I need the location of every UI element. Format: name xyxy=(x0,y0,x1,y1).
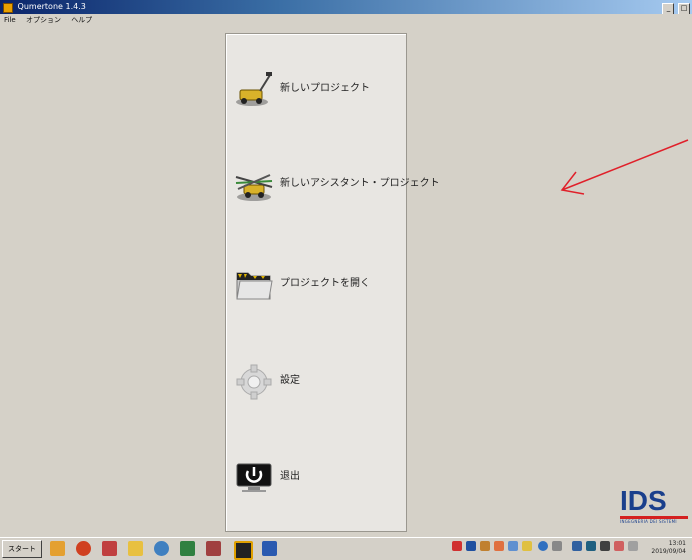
new-project-label: 新しいプロジェクト xyxy=(280,83,370,94)
excel-icon[interactable] xyxy=(180,541,195,556)
app-icon-taskbar[interactable] xyxy=(206,541,221,556)
multi-cart-icon xyxy=(235,174,273,201)
ie-icon[interactable] xyxy=(154,541,169,556)
clock[interactable]: 13:01 2019/09/04 xyxy=(651,540,686,556)
tray-icon[interactable] xyxy=(628,541,638,551)
open-project-label: プロジェクトを開く xyxy=(280,278,370,289)
tray-icon[interactable] xyxy=(552,541,562,551)
tray-icon[interactable] xyxy=(614,541,624,551)
tray-icon[interactable] xyxy=(522,541,532,551)
logo-text: IDS xyxy=(620,485,667,516)
settings-label: 設定 xyxy=(280,375,300,386)
folder-icon xyxy=(236,272,273,300)
open-project-button[interactable]: プロジェクトを開く xyxy=(234,259,399,309)
settings-button[interactable]: 設定 xyxy=(234,356,399,406)
new-project-button[interactable]: 新しいプロジェクト xyxy=(234,64,399,114)
title-bar: Qumertone 1.4.3 _ □ xyxy=(0,0,692,15)
tray-icon[interactable] xyxy=(508,541,518,551)
menu-help[interactable]: ヘルプ xyxy=(71,16,92,24)
chrome-icon[interactable] xyxy=(76,541,91,556)
menu-bar: File オプション ヘルプ xyxy=(0,14,692,26)
menu-file[interactable]: File xyxy=(4,16,16,24)
exit-button[interactable]: 退出 xyxy=(234,452,399,502)
start-label: スタート xyxy=(8,545,36,553)
start-button[interactable]: スタート xyxy=(2,540,42,558)
power-monitor-icon xyxy=(236,463,272,492)
network-icon[interactable] xyxy=(572,541,582,551)
acrobat-icon[interactable] xyxy=(102,541,117,556)
qumertone-taskbar-icon[interactable] xyxy=(234,541,253,560)
window-title: Qumertone 1.4.3 xyxy=(17,2,86,11)
help-icon[interactable] xyxy=(538,541,548,551)
tray-icon[interactable] xyxy=(494,541,504,551)
window-controls: _ □ xyxy=(661,1,690,15)
taskbar: スタート 13:01 2019/09/04 xyxy=(0,537,692,560)
tray-icon[interactable] xyxy=(480,541,490,551)
tray-icon[interactable] xyxy=(586,541,596,551)
gpr-cart-icon xyxy=(236,72,272,106)
app-icon xyxy=(3,3,13,13)
ids-logo: IDS INGEGNERIA DEI SISTEMI xyxy=(620,487,692,531)
new-assistant-project-button[interactable]: 新しいアシスタント・プロジェクト xyxy=(234,159,440,209)
logo-subtitle: INGEGNERIA DEI SISTEMI xyxy=(620,519,677,524)
clock-time: 13:01 xyxy=(668,540,686,547)
gear-icon xyxy=(236,364,272,400)
explorer-folder-icon[interactable] xyxy=(128,541,143,556)
outlook-icon[interactable] xyxy=(50,541,65,556)
word-icon[interactable] xyxy=(262,541,277,556)
start-panel: 新しいプロジェクト 新しいアシスタント・プロジェクト プロジェクトを開く 設定 … xyxy=(225,33,440,532)
ime-icon[interactable] xyxy=(466,541,476,551)
system-tray: 13:01 2019/09/04 xyxy=(450,539,690,557)
annotation-arrow-icon xyxy=(560,139,689,195)
tray-icon[interactable] xyxy=(452,541,462,551)
clock-date: 2019/09/04 xyxy=(651,548,686,555)
new-assistant-project-label: 新しいアシスタント・プロジェクト xyxy=(280,178,440,189)
tray-icon[interactable] xyxy=(600,541,610,551)
menu-options[interactable]: オプション xyxy=(26,16,61,24)
exit-label: 退出 xyxy=(280,471,300,482)
